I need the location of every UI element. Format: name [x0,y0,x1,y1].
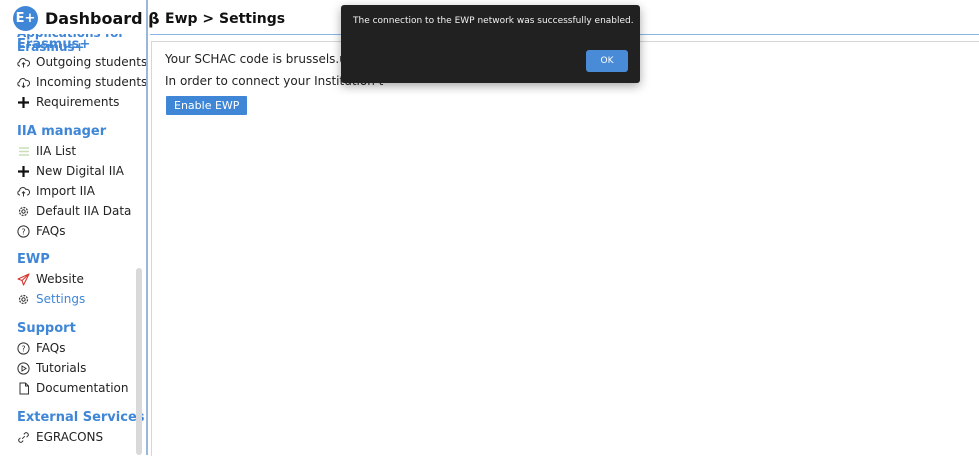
sidebar-item-label: Requirements [36,95,120,109]
sidebar-item-import-iia[interactable]: Import IIA [17,182,95,200]
plus-icon [17,96,30,109]
sidebar-item-label: Import IIA [36,184,95,198]
section-title-iia-manager: IIA manager [17,124,107,139]
sidebar-item-default-iia-data[interactable]: Default IIA Data [17,202,131,220]
gear-icon [17,293,30,306]
sidebar-item-label: Website [36,272,84,286]
section-title-external-services: External Services [17,410,145,425]
link-icon [17,431,30,444]
sidebar-scrollbar[interactable] [136,268,142,455]
sidebar-item-label: New Digital IIA [36,164,125,178]
sidebar-item-new-digital-iia[interactable]: New Digital IIA [17,162,124,180]
svg-text:?: ? [21,344,25,353]
cloud-download-icon [17,76,30,89]
page-title: Ewp > Settings [165,11,286,27]
sidebar-divider [146,0,148,455]
plus-icon [17,165,30,178]
alert-dialog: The connection to the EWP network was su… [341,5,640,83]
brand-logo: E+ [13,6,38,31]
question-icon: ? [17,341,30,355]
sidebar-item-label: Incoming students [36,75,146,89]
ok-button[interactable]: OK [586,50,628,72]
enable-ewp-button[interactable]: Enable EWP [166,96,248,115]
sidebar-item-website[interactable]: Website [17,270,84,288]
sidebar-item-egracons[interactable]: EGRACONS [17,428,103,446]
sidebar-item-label: Documentation [36,381,129,395]
section-title-support: Support [17,321,76,336]
sidebar-item-label: EGRACONS [36,430,104,444]
section-title-ewp: EWP [17,252,50,267]
sidebar-item-settings[interactable]: Settings [17,290,85,308]
document-icon [17,382,30,395]
sidebar-item-incoming-students[interactable]: Incoming students [17,73,146,91]
sidebar-item-iia-list[interactable]: IIA List [17,142,76,160]
cloud-upload-icon [17,185,30,198]
section-title-erasmus: Erasmus+ [17,37,91,52]
cloud-upload-icon [17,56,30,69]
question-icon: ? [17,224,30,238]
main-content: Your SCHAC code is brussels.uni-four In … [151,41,979,456]
sidebar-item-label: IIA List [36,144,77,158]
brand-title[interactable]: Dashboard β [45,9,160,28]
svg-text:?: ? [21,227,25,236]
sidebar-item-support-faqs[interactable]: ? FAQs [17,339,66,357]
list-icon [17,145,30,158]
play-circle-icon [17,361,30,375]
sidebar-item-label: Default IIA Data [36,204,132,218]
sidebar-item-documentation[interactable]: Documentation [17,379,129,397]
sidebar-item-label: FAQs [36,341,66,355]
brand[interactable]: E+ Dashboard β [13,6,160,31]
sidebar-item-requirements[interactable]: Requirements [17,93,119,111]
paper-plane-icon [17,272,30,286]
sidebar-item-label: Settings [36,292,86,306]
sidebar-item-outgoing-students[interactable]: Outgoing students [17,53,146,71]
sidebar-item-label: FAQs [36,224,66,238]
sidebar-item-label: Tutorials [36,361,87,375]
sidebar-item-tutorials[interactable]: Tutorials [17,359,86,377]
sidebar-item-label: Outgoing students [36,55,146,69]
sidebar: Applications for Erasmus+ Erasmus+ Outgo… [0,34,146,455]
gear-icon [17,205,30,218]
dialog-message: The connection to the EWP network was su… [353,16,634,26]
sidebar-item-iia-faqs[interactable]: ? FAQs [17,222,66,240]
